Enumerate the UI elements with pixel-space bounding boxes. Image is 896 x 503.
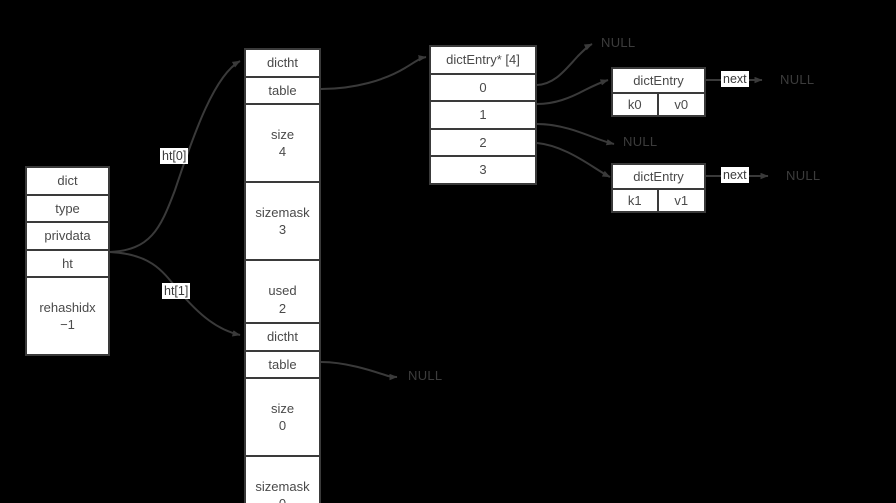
dictentry-1-value: v1 [674, 193, 689, 208]
dictht-ht1-sizemask-name: sizemask [255, 478, 310, 494]
edge-label-next-0: next [721, 71, 749, 88]
dictentry-0-value: v0 [674, 97, 689, 112]
dictht-ht1-table: table [246, 351, 319, 380]
bucket-slot-1: 1 [431, 102, 535, 130]
dict-field-type: type [27, 195, 108, 224]
dict-node: dict type privdata ht rehashidx −1 [25, 166, 110, 357]
bucket-slot-0: 0 [431, 74, 535, 103]
dictht-ht0-table: table [246, 77, 319, 106]
diagram-canvas: dict type privdata ht rehashidx −1 dicth… [0, 0, 896, 503]
dictht-ht1-size-value: 0 [278, 418, 287, 434]
dictht-ht1-size: size 0 [246, 379, 319, 458]
edge-label-ht0: ht[0] [160, 148, 189, 165]
dictentry-0-key: k0 [613, 94, 659, 115]
dict-field-privdata: privdata [27, 223, 108, 251]
edge-slot3-entry1 [536, 142, 611, 178]
edge-label-ht1: ht[1] [162, 283, 191, 300]
edge-slot2-null [536, 123, 615, 146]
dictht-ht0-size-name: size [270, 126, 295, 142]
edge-slot1-entry0 [536, 79, 609, 105]
dictentry-0-header: dictEntry [613, 69, 704, 94]
dict-field-ht: ht [27, 250, 108, 279]
dictentry-1-header: dictEntry [613, 165, 704, 190]
dictht-ht0-header: dictht [246, 50, 319, 78]
dict-field-rehashidx: rehashidx −1 [27, 278, 108, 355]
dictht-ht1-header: dictht [246, 324, 319, 352]
dictht-ht0-used-name: used [268, 283, 297, 299]
dictht-ht0-sizemask: sizemask 3 [246, 183, 319, 262]
bucket-slot-3: 3 [431, 157, 535, 183]
bucket-array-header: dictEntry* [4] [431, 47, 535, 75]
dict-field-rehashidx-name: rehashidx [39, 299, 96, 315]
bucket-slot-2: 2 [431, 129, 535, 158]
dictht-ht0-node: dictht table size 4 sizemask 3 used 2 [244, 48, 321, 340]
dict-field-rehashidx-value: −1 [60, 317, 75, 333]
edge-slot0-null [536, 43, 593, 86]
dictht-ht0-size: size 4 [246, 105, 319, 184]
dictht-ht1-node: dictht table size 0 sizemask 0 used 0 [244, 322, 321, 503]
null-slot-0: NULL [601, 35, 636, 50]
dictht-ht0-sizemask-name: sizemask [255, 204, 310, 220]
edge-label-next-1: next [721, 167, 749, 184]
dictentry-0-node: dictEntry k0 v0 [611, 67, 706, 117]
bucket-array-node: dictEntry* [4] 0 1 2 3 [429, 45, 537, 185]
dictht-ht1-sizemask: sizemask 0 [246, 457, 319, 503]
dictentry-1-key: k1 [613, 190, 659, 211]
dictentry-1-kv: k1 v1 [613, 190, 704, 211]
dict-header: dict [27, 168, 108, 196]
null-entry-1-next: NULL [786, 168, 821, 183]
dictht-ht1-size-name: size [270, 400, 295, 416]
dictht-ht0-sizemask-value: 3 [278, 222, 287, 238]
null-entry-0-next: NULL [780, 72, 815, 87]
dictentry-1-node: dictEntry k1 v1 [611, 163, 706, 213]
dictht-ht0-used-value: 2 [278, 300, 287, 316]
dictentry-0-kv: k0 v0 [613, 94, 704, 115]
null-slot-2: NULL [623, 134, 658, 149]
dictht-ht1-sizemask-value: 0 [248, 495, 317, 503]
null-ht1-table: NULL [408, 368, 443, 383]
edge-ht1-table-null [320, 361, 398, 381]
edge-ht0-table [320, 55, 427, 90]
dictht-ht0-size-value: 4 [278, 144, 287, 160]
